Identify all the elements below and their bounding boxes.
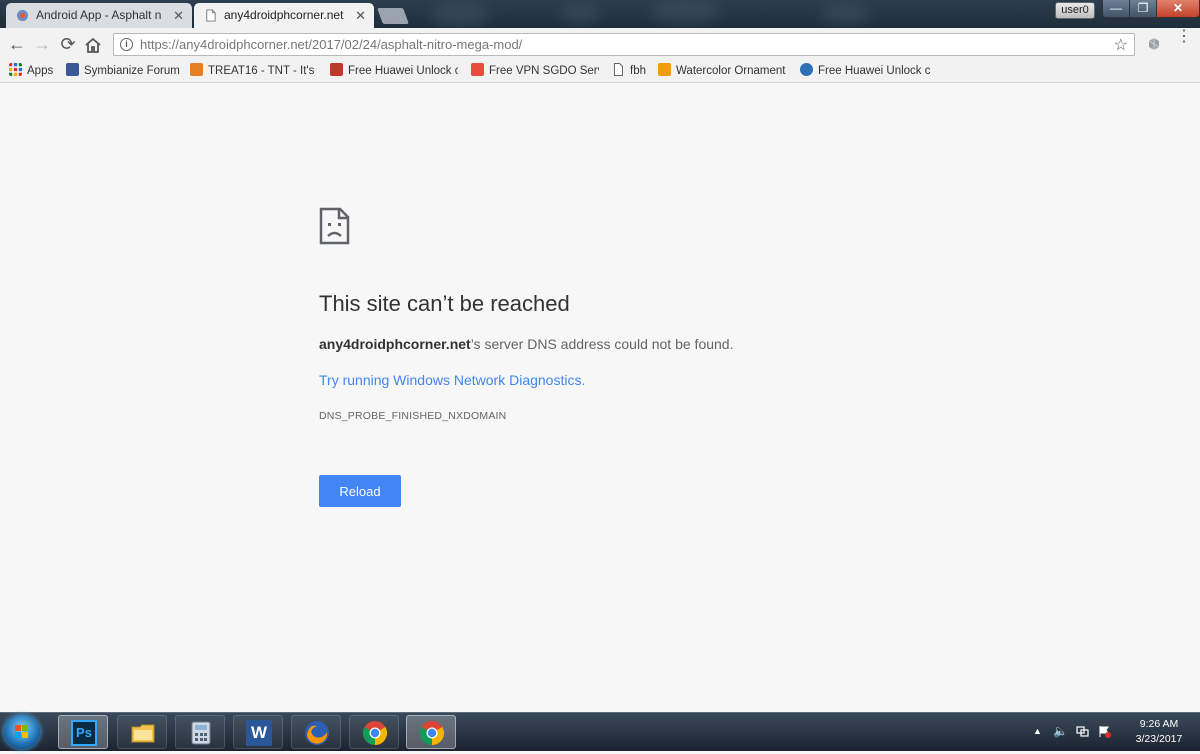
taskbar-word[interactable]: W [233, 715, 283, 749]
tab-label: Android App - Asphalt n [36, 8, 162, 22]
vpn-icon [471, 63, 484, 76]
titlebar-decoration [430, 2, 490, 28]
tab-close-icon[interactable]: ✕ [173, 3, 184, 28]
profile-button[interactable]: user0 [1055, 2, 1095, 19]
bookmark-watercolor[interactable]: Watercolor Ornament [658, 63, 788, 79]
titlebar-decoration [560, 4, 600, 24]
reload-icon[interactable]: ⟳ [57, 33, 79, 55]
bookmark-label: fbh [630, 65, 646, 77]
taskbar-explorer[interactable] [117, 715, 167, 749]
word-icon: W [246, 720, 272, 746]
titlebar-decoration [820, 3, 870, 25]
home-icon[interactable] [84, 37, 102, 53]
tab-any4droidphcorner[interactable]: any4droidphcorner.net ✕ [194, 3, 374, 28]
bookmark-label: Free Huawei Unlock c [818, 65, 930, 77]
treat16-icon [190, 63, 203, 76]
chrome-menu-icon[interactable]: ⋮ [1176, 29, 1192, 45]
bookmarks-bar: Apps Symbianize Forum TREAT16 - TNT - It… [0, 60, 1200, 83]
bookmark-huawei-unlock[interactable]: Free Huawei Unlock c [330, 63, 458, 79]
taskbar-chrome-active[interactable] [406, 715, 456, 749]
android-app-favicon-icon [16, 9, 29, 22]
titlebar-decoration [650, 0, 720, 24]
globe-icon [800, 63, 813, 76]
action-center-flag-icon[interactable] [1098, 725, 1111, 738]
apps-grid-icon [9, 63, 22, 76]
reload-button[interactable]: Reload [319, 475, 401, 507]
error-message-text: ’s server DNS address could not be found… [470, 336, 734, 352]
bookmark-label: Symbianize Forum [84, 65, 180, 77]
calculator-icon [191, 721, 211, 745]
bookmark-label: Free VPN SGDO Serve [489, 65, 599, 77]
huawei-icon [330, 63, 343, 76]
extension-icon[interactable] [1146, 36, 1162, 52]
bookmark-symbianize[interactable]: Symbianize Forum [66, 63, 181, 79]
page-icon [614, 63, 623, 76]
start-button[interactable] [4, 715, 40, 749]
bookmark-label: Watercolor Ornament [676, 65, 786, 77]
taskbar-firefox[interactable] [291, 715, 341, 749]
bookmark-fbh[interactable]: fbh [612, 63, 652, 79]
photoshop-icon: Ps [71, 720, 97, 746]
taskbar-calculator[interactable] [175, 715, 225, 749]
show-hidden-icons-icon[interactable]: ▲ [1031, 725, 1044, 738]
forward-arrow-icon[interactable]: → [31, 33, 53, 55]
firefox-icon [305, 721, 329, 745]
clock-time[interactable]: 9:26 AM [1124, 718, 1194, 730]
maximize-button[interactable]: ❐ [1129, 0, 1157, 18]
error-message: any4droidphcorner.net’s server DNS addre… [319, 336, 733, 352]
tab-label: any4droidphcorner.net [224, 8, 344, 22]
site-info-icon[interactable]: i [120, 38, 133, 51]
address-bar[interactable]: i https://any4droidphcorner.net/2017/02/… [113, 33, 1135, 56]
windows-logo-icon [15, 725, 28, 738]
bookmark-apps[interactable]: Apps [9, 63, 59, 79]
tab-close-icon[interactable]: ✕ [355, 3, 366, 28]
volume-icon[interactable]: 🔈 [1053, 725, 1068, 738]
clock-date[interactable]: 3/23/2017 [1124, 733, 1194, 745]
error-code: DNS_PROBE_FINISHED_NXDOMAIN [319, 410, 507, 422]
chrome-icon [419, 721, 445, 745]
taskbar-photoshop[interactable]: Ps [58, 715, 108, 749]
window-titlebar: Android App - Asphalt n ✕ any4droidphcor… [0, 0, 1200, 28]
folder-icon [131, 724, 155, 743]
bookmark-treat16[interactable]: TREAT16 - TNT - It's a [190, 63, 318, 79]
back-arrow-icon[interactable]: ← [6, 33, 28, 55]
chrome-icon [362, 721, 388, 745]
bookmark-label: TREAT16 - TNT - It's a [208, 65, 318, 77]
sad-page-icon [319, 207, 350, 245]
bookmark-free-vpn[interactable]: Free VPN SGDO Serve [471, 63, 599, 79]
windows-taskbar: Ps W [0, 712, 1200, 751]
bookmark-label: Free Huawei Unlock c [348, 65, 458, 77]
page-favicon-icon [206, 9, 216, 22]
minimize-button[interactable]: — [1102, 0, 1130, 18]
error-title: This site can’t be reached [319, 291, 570, 316]
taskbar-chrome[interactable] [349, 715, 399, 749]
error-host: any4droidphcorner.net [319, 336, 471, 352]
url-text[interactable]: https://any4droidphcorner.net/2017/02/24… [140, 37, 522, 52]
bookmark-star-icon[interactable]: ☆ [1114, 35, 1128, 55]
bookmark-label: Apps [27, 65, 54, 77]
bookmark-huawei-unlock-2[interactable]: Free Huawei Unlock c [800, 63, 930, 79]
new-tab-button[interactable] [377, 8, 409, 24]
network-icon[interactable] [1076, 725, 1089, 738]
network-diagnostics-link[interactable]: Try running Windows Network Diagnostics. [319, 372, 585, 388]
watercolor-icon [658, 63, 671, 76]
close-button[interactable]: ✕ [1156, 0, 1200, 18]
symbianize-icon [66, 63, 79, 76]
tab-android-app[interactable]: Android App - Asphalt n ✕ [6, 3, 192, 28]
